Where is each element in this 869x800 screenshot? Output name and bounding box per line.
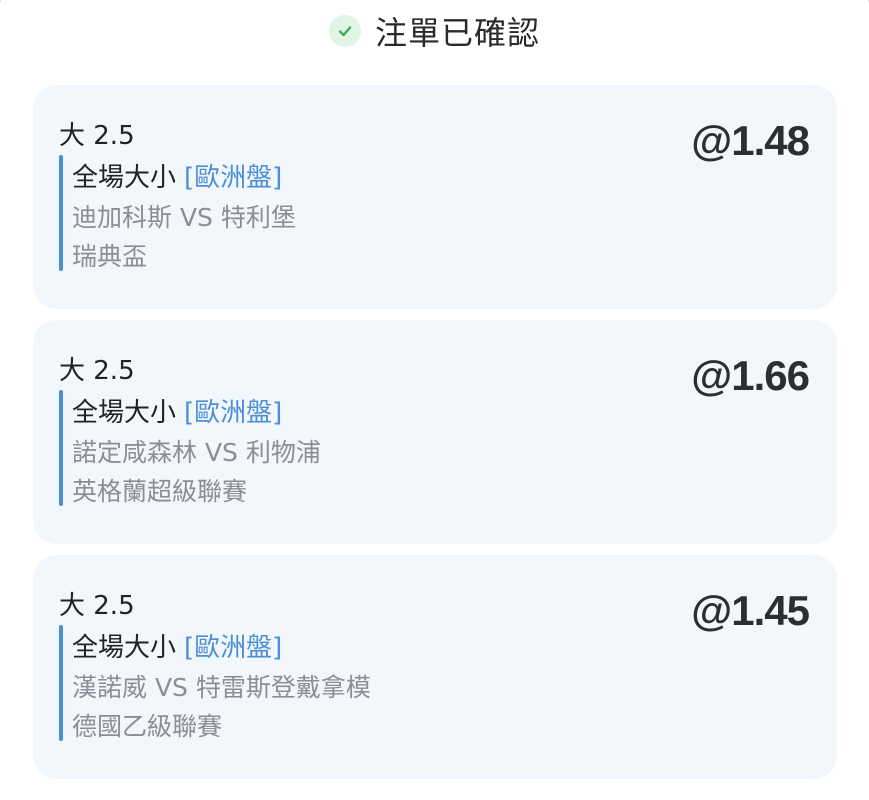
bet-odds: @1.48 — [691, 117, 810, 164]
market-name: 全場大小 — [72, 633, 177, 663]
market-type-tag: [歐洲盤] — [184, 633, 283, 663]
bet-selection: 大 2.5 — [59, 356, 135, 386]
bet-odds: @1.45 — [691, 587, 810, 634]
bet-market: 全場大小 [歐洲盤] — [72, 157, 282, 194]
confirmation-title: 注單已確認 — [374, 14, 540, 52]
league-name: 德國乙級聯賽 — [72, 712, 223, 741]
match-teams: 諾定咸森林 VS 利物浦 — [72, 438, 321, 467]
bet-market: 全場大小 [歐洲盤] — [72, 627, 282, 664]
bet-selection: 大 2.5 — [59, 591, 135, 621]
bet-market: 全場大小 [歐洲盤] — [72, 392, 282, 429]
league-name: 英格蘭超級聯賽 — [72, 477, 248, 506]
bet-card[interactable]: 大 2.5 @1.66 全場大小 [歐洲盤] 諾定咸森林 VS 利物浦 英格蘭超級… — [33, 320, 837, 544]
match-teams: 漢諾威 VS 特雷斯登戴拿模 — [72, 673, 371, 702]
bet-selection: 大 2.5 — [59, 121, 135, 151]
market-name: 全場大小 — [72, 163, 177, 193]
bet-odds: @1.66 — [691, 352, 810, 399]
confirmation-header: 注單已確認 — [0, 0, 869, 62]
market-name: 全場大小 — [72, 398, 177, 428]
accent-bar — [59, 625, 63, 741]
check-circle-icon — [328, 15, 361, 47]
bet-card[interactable]: 大 2.5 @1.48 全場大小 [歐洲盤] 迪加科斯 VS 特利堡 瑞典盃 — [33, 85, 837, 309]
bet-confirmation-sheet: 注單已確認 大 2.5 @1.48 全場大小 [歐洲盤] 迪加科斯 VS 特利堡 … — [0, 0, 869, 800]
bet-details: 全場大小 [歐洲盤] 漢諾威 VS 特雷斯登戴拿模 德國乙級聯賽 — [59, 625, 559, 741]
market-type-tag: [歐洲盤] — [184, 163, 283, 193]
match-teams: 迪加科斯 VS 特利堡 — [72, 203, 296, 232]
market-type-tag: [歐洲盤] — [184, 398, 283, 428]
bet-card[interactable]: 大 2.5 @1.45 全場大小 [歐洲盤] 漢諾威 VS 特雷斯登戴拿模 德國乙… — [33, 555, 837, 779]
bet-details: 全場大小 [歐洲盤] 迪加科斯 VS 特利堡 瑞典盃 — [59, 155, 559, 271]
league-name: 瑞典盃 — [72, 242, 148, 271]
accent-bar — [59, 155, 63, 271]
accent-bar — [59, 390, 63, 506]
bet-details: 全場大小 [歐洲盤] 諾定咸森林 VS 利物浦 英格蘭超級聯賽 — [59, 390, 559, 506]
